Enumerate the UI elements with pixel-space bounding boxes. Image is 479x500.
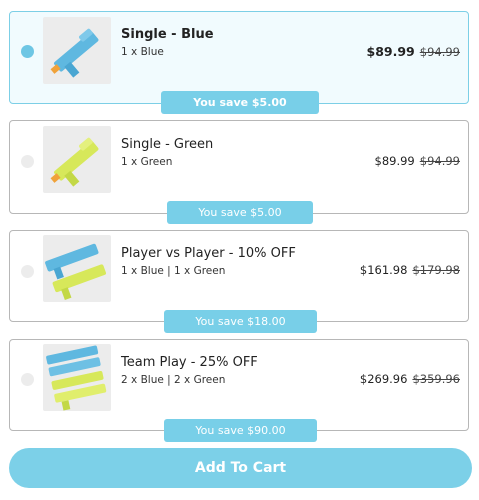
offer-price: $89.99 bbox=[366, 44, 415, 59]
radio-selected-icon[interactable] bbox=[21, 45, 34, 58]
product-image-team bbox=[43, 344, 111, 411]
offer-title: Team Play - 25% OFF bbox=[121, 355, 258, 370]
offer-title: Single - Green bbox=[121, 137, 214, 152]
offer-option-team-play[interactable]: Team Play - 25% OFF 2 x Blue | 2 x Green… bbox=[9, 339, 469, 431]
product-image-green bbox=[43, 126, 111, 193]
offer-price: $161.98 bbox=[359, 263, 408, 277]
offer-compare-price: $359.96 bbox=[412, 372, 460, 386]
offer-option-player-vs-player[interactable]: Player vs Player - 10% OFF 1 x Blue | 1 … bbox=[9, 230, 469, 322]
offer-detail: 1 x Blue bbox=[121, 46, 164, 58]
offer-title: Player vs Player - 10% OFF bbox=[121, 246, 296, 261]
savings-badge: You save $5.00 bbox=[161, 91, 319, 114]
savings-badge: You save $90.00 bbox=[164, 419, 317, 442]
radio-unselected-icon[interactable] bbox=[21, 155, 34, 168]
offer-detail: 1 x Green bbox=[121, 156, 173, 168]
offer-detail: 1 x Blue | 1 x Green bbox=[121, 265, 226, 277]
savings-badge: You save $18.00 bbox=[164, 310, 317, 333]
product-image-blue-green bbox=[43, 235, 111, 302]
offer-price: $89.99 bbox=[374, 154, 415, 168]
product-image-blue bbox=[43, 17, 111, 84]
offer-title: Single - Blue bbox=[121, 27, 214, 42]
savings-badge: You save $5.00 bbox=[167, 201, 313, 224]
offer-compare-price: $94.99 bbox=[419, 45, 460, 59]
offer-detail: 2 x Blue | 2 x Green bbox=[121, 374, 226, 386]
offer-option-single-green[interactable]: Single - Green 1 x Green $89.99 $94.99 bbox=[9, 120, 469, 214]
offer-compare-price: $179.98 bbox=[412, 263, 460, 277]
radio-unselected-icon[interactable] bbox=[21, 373, 34, 386]
add-to-cart-button[interactable]: Add To Cart bbox=[9, 448, 472, 488]
offer-price: $269.96 bbox=[359, 372, 408, 386]
radio-unselected-icon[interactable] bbox=[21, 265, 34, 278]
offer-compare-price: $94.99 bbox=[419, 154, 460, 168]
